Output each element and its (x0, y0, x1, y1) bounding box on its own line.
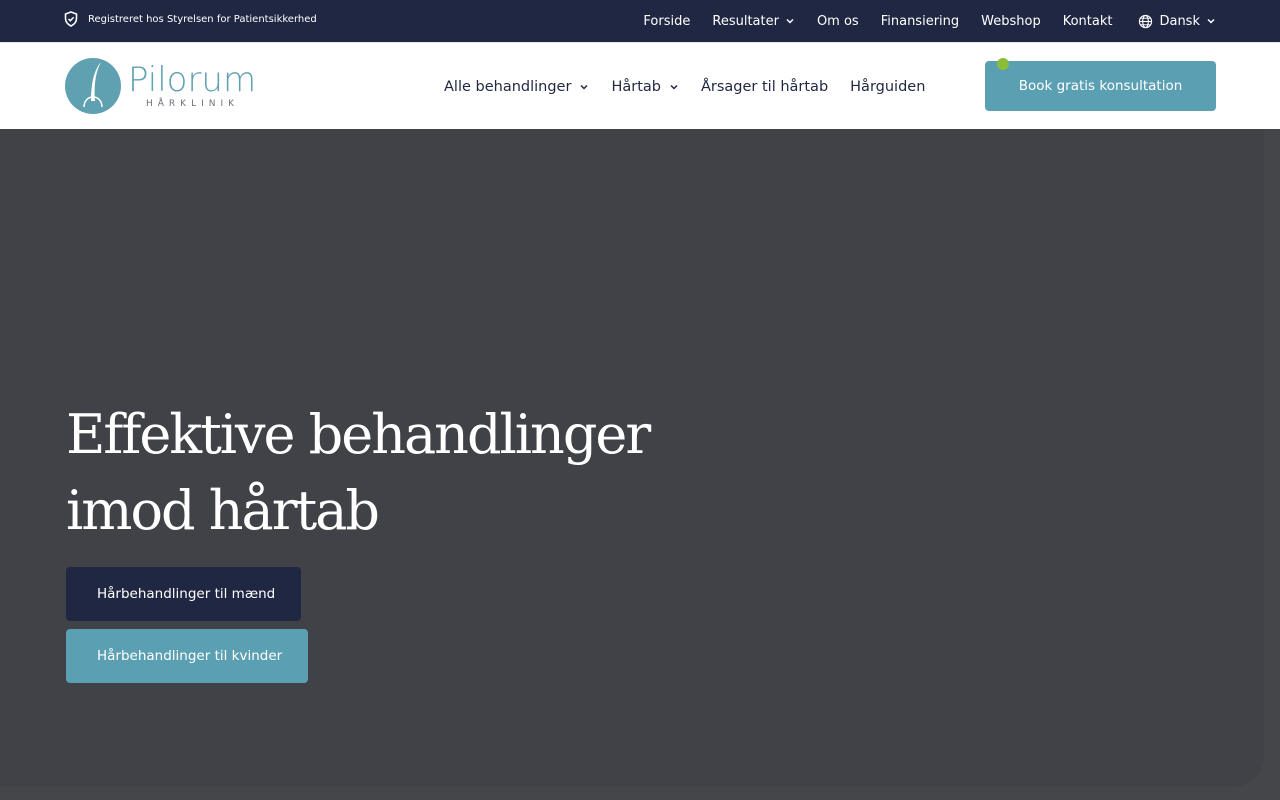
nav-haartab[interactable]: Hårtab (611, 79, 679, 95)
hero-title-line-2: imod hårtab (66, 479, 380, 542)
hero-section: Effektive behandlinger imod hårtab Hårbe… (0, 129, 1264, 787)
logo-subtitle: HÅRKLINIK (146, 99, 240, 109)
hero-title: Effektive behandlinger imod hårtab (66, 397, 706, 549)
book-consultation-button[interactable]: Book gratis konsultation (985, 58, 1216, 111)
cta-label: Book gratis konsultation (1018, 78, 1183, 94)
top-nav-finansiering[interactable]: Finansiering (881, 14, 959, 29)
top-nav-forside[interactable]: Forside (643, 14, 690, 29)
women-treatments-button[interactable]: Hårbehandlinger til kvinder (66, 629, 308, 683)
top-nav-label: Forside (643, 13, 691, 29)
top-nav-om-os[interactable]: Om os (817, 14, 859, 29)
chevron-down-icon (669, 82, 679, 92)
nav-alle-behandlinger[interactable]: Alle behandlinger (444, 79, 589, 95)
top-nav-label: Kontakt (1062, 13, 1113, 29)
top-nav-webshop[interactable]: Webshop (981, 14, 1041, 29)
logo-mark-icon (65, 58, 121, 114)
chevron-down-icon (785, 16, 795, 26)
language-label: Dansk (1159, 13, 1200, 29)
chevron-down-icon (579, 82, 589, 92)
logo-text: Pilorum HÅRKLINIK (128, 63, 256, 109)
top-nav-label: Om os (816, 13, 859, 29)
hero-title-line-1: Effektive behandlinger (66, 403, 651, 466)
top-nav-label: Webshop (981, 13, 1041, 29)
globe-icon (1139, 14, 1153, 28)
nav-label: Hårguiden (850, 78, 926, 95)
top-nav-resultater[interactable]: Resultater (712, 14, 795, 29)
registration-notice: Registreret hos Styrelsen for Patientsik… (64, 11, 317, 27)
chevron-down-icon (1206, 16, 1216, 26)
top-bar: Registreret hos Styrelsen for Patientsik… (0, 0, 1280, 42)
main-nav: Alle behandlinger Hårtab Årsager til hår… (444, 43, 925, 130)
top-nav-label: Finansiering (880, 13, 960, 29)
top-nav: Forside Resultater Om os Finansiering We… (643, 0, 1216, 42)
language-selector[interactable]: Dansk (1138, 14, 1216, 29)
nav-label: Årsager til hårtab (700, 78, 829, 95)
nav-aarsager-til-haartab[interactable]: Årsager til hårtab (701, 79, 828, 95)
main-header: Pilorum HÅRKLINIK Alle behandlinger Hårt… (0, 42, 1280, 129)
men-treatments-button[interactable]: Hårbehandlinger til mænd (66, 567, 301, 621)
shield-check-icon (64, 11, 78, 27)
nav-label: Alle behandlinger (444, 78, 572, 95)
registration-text: Registreret hos Styrelsen for Patientsik… (88, 13, 317, 25)
women-treatments-label: Hårbehandlinger til kvinder (97, 648, 283, 664)
nav-label: Hårtab (611, 78, 661, 95)
logo[interactable]: Pilorum HÅRKLINIK (64, 57, 256, 115)
men-treatments-label: Hårbehandlinger til mænd (97, 586, 276, 602)
status-dot (997, 58, 1009, 70)
logo-name: Pilorum (128, 60, 257, 100)
top-nav-label: Resultater (712, 13, 779, 29)
top-nav-kontakt[interactable]: Kontakt (1063, 14, 1113, 29)
nav-haarguiden[interactable]: Hårguiden (850, 79, 925, 95)
